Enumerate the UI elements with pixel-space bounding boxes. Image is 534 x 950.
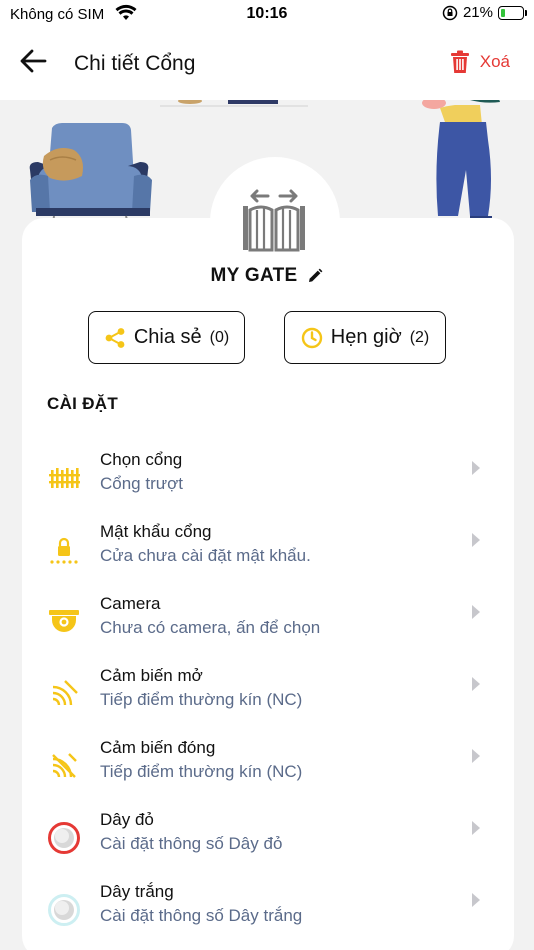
delete-button[interactable]: Xoá — [450, 50, 510, 74]
setting-subtitle: Chưa có camera, ấn để chọn — [100, 618, 321, 637]
camera-icon — [46, 604, 82, 640]
setting-subtitle: Cửa chưa cài đặt mật khẩu. — [100, 546, 311, 565]
shelf-decoration — [160, 100, 308, 107]
timer-count: (2) — [409, 328, 430, 346]
sensor-open-icon — [46, 676, 82, 712]
setting-subtitle: Cổng trượt — [100, 474, 183, 493]
setting-gate-type[interactable]: Chọn cổng Cổng trượt — [22, 450, 514, 522]
setting-title: Chọn cổng — [100, 450, 183, 469]
battery-percent: 21% — [462, 4, 493, 21]
battery-icon — [498, 5, 527, 20]
setting-camera[interactable]: Camera Chưa có camera, ấn để chọn — [22, 594, 514, 666]
setting-white-wire[interactable]: Dây trắng Cài đặt thông số Dây trắng — [22, 882, 514, 950]
setting-title: Cảm biến mở — [100, 666, 203, 685]
edit-pencil-icon[interactable] — [307, 268, 323, 284]
chevron-right-icon — [472, 533, 480, 547]
fence-icon — [46, 460, 82, 496]
status-bar: Không có SIM 10:16 21% — [0, 0, 534, 30]
chevron-right-icon — [472, 461, 480, 475]
gate-name-row: MY GATE — [0, 265, 534, 287]
setting-gate-password[interactable]: Mật khẩu cổng Cửa chưa cài đặt mật khẩu. — [22, 522, 514, 594]
person-illustration — [422, 100, 500, 220]
share-count: (0) — [209, 328, 230, 346]
password-lock-icon — [46, 532, 82, 568]
setting-subtitle: Tiếp điểm thường kín (NC) — [100, 762, 303, 781]
setting-subtitle: Cài đặt thông số Dây đỏ — [100, 834, 283, 853]
setting-title: Dây đỏ — [100, 810, 154, 829]
setting-title: Mật khẩu cổng — [100, 522, 212, 541]
sliding-gate-icon — [243, 189, 305, 252]
red-wire-icon — [46, 820, 82, 856]
share-label: Chia sẻ — [133, 326, 202, 348]
delete-label: Xoá — [479, 52, 510, 71]
back-arrow-icon — [20, 49, 47, 73]
navigation-bar: Chi tiết Cổng Xoá — [0, 30, 534, 100]
sensor-close-icon — [46, 748, 82, 784]
timer-label: Hẹn giờ — [330, 326, 402, 348]
setting-title: Dây trắng — [100, 882, 174, 901]
setting-open-sensor[interactable]: Cảm biến mở Tiếp điểm thường kín (NC) — [22, 666, 514, 738]
chevron-right-icon — [472, 677, 480, 691]
status-right: 21% — [442, 4, 527, 21]
rotation-lock-icon — [442, 5, 458, 20]
setting-close-sensor[interactable]: Cảm biến đóng Tiếp điểm thường kín (NC) — [22, 738, 514, 810]
share-icon — [105, 327, 125, 348]
settings-section-title: CÀI ĐẶT — [47, 394, 119, 413]
page-title: Chi tiết Cổng — [74, 52, 196, 75]
clock-icon — [301, 327, 322, 348]
share-button[interactable]: Chia sẻ (0) — [88, 311, 245, 364]
trash-icon — [450, 50, 469, 73]
setting-subtitle: Cài đặt thông số Dây trắng — [100, 906, 303, 925]
white-wire-icon — [46, 892, 82, 928]
timer-button[interactable]: Hẹn giờ (2) — [284, 311, 446, 364]
chevron-right-icon — [472, 605, 480, 619]
battery-level — [501, 8, 506, 17]
setting-subtitle: Tiếp điểm thường kín (NC) — [100, 690, 303, 709]
setting-title: Cảm biến đóng — [100, 738, 216, 757]
armchair-illustration — [29, 123, 152, 233]
gate-name: MY GATE — [210, 265, 298, 286]
setting-red-wire[interactable]: Dây đỏ Cài đặt thông số Dây đỏ — [22, 810, 514, 882]
chevron-right-icon — [472, 893, 480, 907]
chevron-right-icon — [472, 821, 480, 835]
setting-title: Camera — [100, 594, 161, 613]
chevron-right-icon — [472, 749, 480, 763]
back-button[interactable] — [18, 46, 58, 82]
